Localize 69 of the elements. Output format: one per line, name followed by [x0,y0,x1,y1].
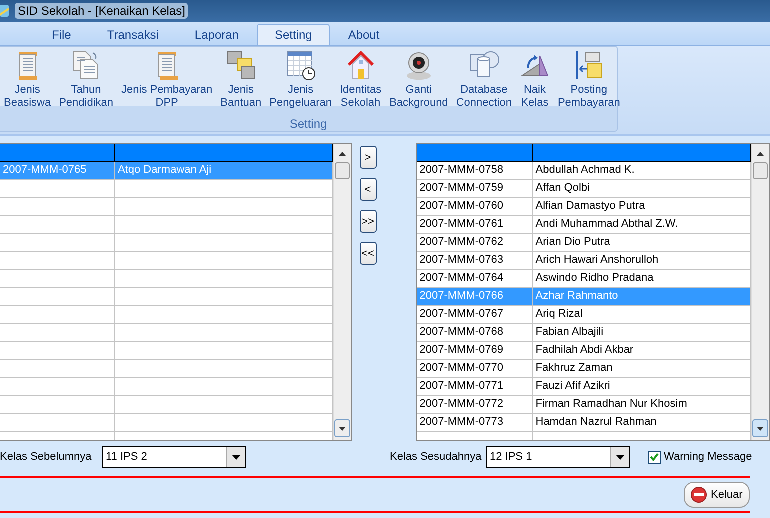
table-cell: 2007-MMM-0762 [416,234,533,251]
documents-icon [71,50,102,81]
checkbox-label: Warning Message [664,451,752,463]
table-row[interactable]: 2007-MMM-0767 Ariq Rizal [416,306,751,324]
ribbon-button[interactable]: Jenis Beasiswa [0,50,56,117]
table-row[interactable]: 2007-MMM-0769 Fadhilah Abdi Akbar [416,342,751,360]
class-dropdown[interactable]: 11 IPS 2 [102,446,246,468]
table-row[interactable]: 2007-MMM-0759 Affan Qolbi [416,180,751,198]
ribbon-button[interactable]: Identitas Sekolah [336,50,386,117]
arrow-icon [574,50,604,81]
menu-tab[interactable]: Transaksi [89,24,177,45]
table-cell: 2007-MMM-0766 [416,288,533,305]
ribbon-button[interactable]: Jenis Pembayaran DPP [118,50,217,117]
ribbon-button[interactable]: Posting Pembayaran [554,50,624,117]
house-icon [346,50,376,81]
dropdown-value: 11 IPS 2 [105,451,148,463]
table-cell: 2007-MMM-0761 [416,216,533,233]
exit-button[interactable]: Keluar [684,482,750,508]
table-row[interactable]: 2007-MMM-0771 Fauzi Afif Azikri [416,378,751,396]
table-cell: 2007-MMM-0765 [0,162,115,179]
ribbon-button[interactable]: Tahun Pendidikan [55,50,118,117]
table-cell: 2007-MMM-0772 [416,396,533,413]
ribbon-button[interactable]: Jenis Pengeluaran [266,50,336,117]
table-cell: 2007-MMM-0768 [416,324,533,341]
table-cell: 2007-MMM-0769 [416,342,533,359]
move-button[interactable]: >> [360,210,376,233]
app-icon [0,3,11,19]
squares-icon [226,50,256,81]
table-row[interactable]: 2007-MMM-0772 Firman Ramadhan Nur Khosim [416,396,751,414]
ribbon-button[interactable]: Jenis Bantuan [216,50,266,117]
table-row[interactable]: 2007-MMM-0760 Alfian Damastyo Putra [416,198,751,216]
table-row[interactable]: 2007-MMM-0763 Arich Hawari Anshorulloh [416,252,751,270]
menu-tab[interactable]: Setting [256,24,330,45]
calendar-icon [286,50,316,81]
table-cell: 2007-MMM-0767 [416,306,533,323]
field-label: Kelas Sebelumnya [0,451,93,463]
move-button[interactable]: << [360,242,376,265]
ribbon-button[interactable]: Naik Kelas [516,50,554,117]
window-title: SID Sekolah - [Kenaikan Kelas] [15,3,188,19]
table-cell: 2007-MMM-0758 [416,162,533,179]
table-cell: 2007-MMM-0759 [416,180,533,197]
dropdown-value: 12 IPS 1 [489,451,534,463]
caret-icon [616,454,624,460]
move-button[interactable]: < [360,178,376,201]
table-row[interactable]: 2007-MMM-0761 Andi Muhammad Abthal Z.W. [416,216,751,234]
stop-icon [691,486,707,502]
table-cell: 2007-MMM-0760 [416,198,533,215]
table-cell: 2007-MMM-0770 [416,360,533,377]
class-dropdown[interactable]: 12 IPS 1 [486,446,630,468]
move-button[interactable]: > [360,146,376,169]
table-row[interactable]: 2007-MMM-0768 Fabian Albajili [416,324,751,342]
table-cell: 2007-MMM-0773 [416,414,533,431]
check-icon [650,453,659,461]
table-cell: 2007-MMM-0763 [416,252,533,269]
field-label: Kelas Sesudahnya [390,451,483,463]
caret-icon [232,454,240,460]
table-row[interactable]: 2007-MMM-0762 Arian Dio Putra [416,234,751,252]
group-label: Setting [288,117,328,131]
table-row[interactable]: 2007-MMM-0758 Abdullah Achmad K. [416,162,751,180]
ribbon-button[interactable]: Ganti Background [386,50,452,117]
table-cell: 2007-MMM-0764 [416,270,533,287]
checkbox[interactable] [648,450,661,464]
table-cell: 2007-MMM-0771 [416,378,533,395]
table-row[interactable]: 2007-MMM-0770 Fakhruz Zaman [416,360,751,378]
table-row[interactable]: 2007-MMM-0773 Hamdan Nazrul Rahman [416,414,751,432]
menu-tab[interactable]: File [34,24,90,45]
ribbon-button[interactable]: Database Connection [452,50,516,117]
menu-tab[interactable]: About [330,24,398,45]
menu-tab[interactable]: Laporan [176,24,257,45]
